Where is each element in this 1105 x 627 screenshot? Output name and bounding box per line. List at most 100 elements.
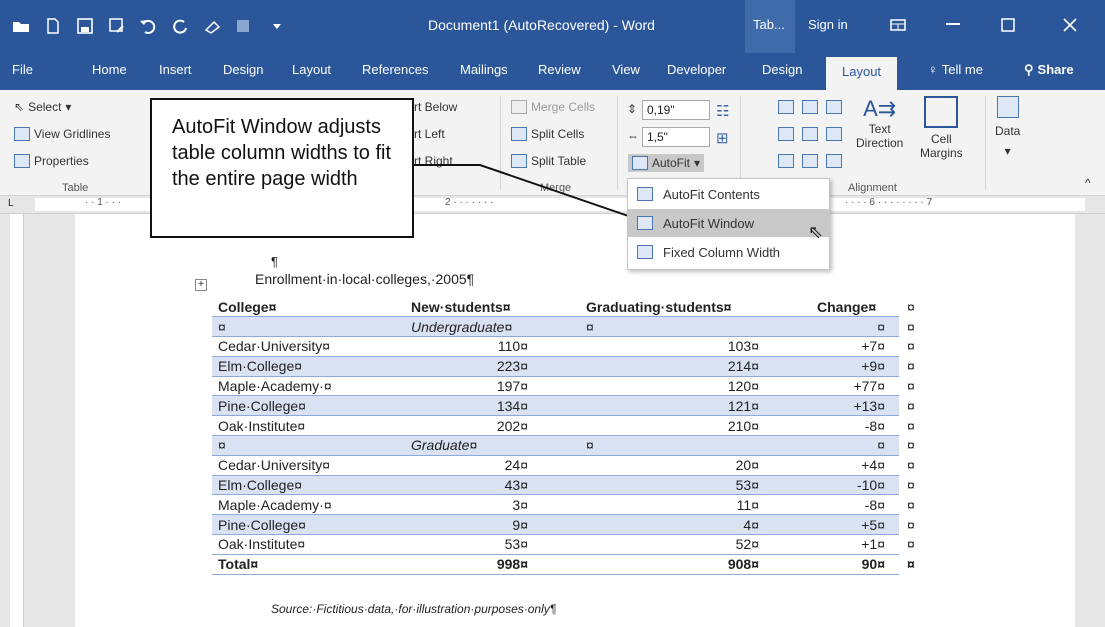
- table-cell[interactable]: Total¤: [212, 553, 405, 575]
- align-top-right-icon[interactable]: [826, 100, 842, 114]
- cell-margins-button[interactable]: Cell Margins: [920, 96, 963, 160]
- table-cell[interactable]: +77¤: [811, 375, 899, 396]
- fixed-column-width-item[interactable]: Fixed Column Width: [628, 238, 829, 266]
- table-cell[interactable]: Pine·College¤: [212, 395, 405, 416]
- table-cell[interactable]: Cedar·University¤: [212, 454, 405, 476]
- tab-home[interactable]: Home: [92, 62, 127, 77]
- folder-icon[interactable]: [8, 14, 34, 38]
- tab-insert[interactable]: Insert: [159, 62, 192, 77]
- column-header[interactable]: College¤: [212, 297, 405, 317]
- table-cell[interactable]: 110¤: [405, 336, 580, 357]
- table-cell[interactable]: 210¤: [580, 415, 811, 436]
- table-cell[interactable]: 3¤: [405, 494, 580, 515]
- table-cell[interactable]: 52¤: [580, 534, 811, 555]
- distribute-columns-icon[interactable]: ⊞: [716, 129, 729, 147]
- table-cell[interactable]: 214¤: [580, 355, 811, 377]
- table-cell[interactable]: +13¤: [811, 395, 899, 416]
- table-cell[interactable]: ¤: [212, 316, 405, 337]
- table-cell[interactable]: 202¤: [405, 415, 580, 436]
- table-cell[interactable]: Graduate¤: [405, 435, 580, 456]
- maximize-icon[interactable]: [990, 12, 1026, 38]
- table-cell[interactable]: Elm·College¤: [212, 355, 405, 377]
- align-center-left-icon[interactable]: [778, 127, 794, 141]
- table-move-handle-icon[interactable]: +: [195, 279, 207, 291]
- text-direction-button[interactable]: A⇉ Text Direction: [856, 96, 903, 150]
- sign-in-link[interactable]: Sign in: [808, 17, 848, 32]
- customize-qat-icon[interactable]: [264, 14, 290, 38]
- table-cell[interactable]: +4¤: [811, 454, 899, 476]
- insert-right-button[interactable]: rt Right: [414, 154, 453, 168]
- properties-button[interactable]: Properties: [14, 154, 89, 168]
- table-cell[interactable]: +1¤: [811, 534, 899, 555]
- autofit-contents-item[interactable]: AutoFit Contents: [628, 180, 829, 208]
- align-bottom-left-icon[interactable]: [778, 154, 794, 168]
- distribute-rows-icon[interactable]: ☷: [716, 102, 729, 120]
- tell-me-box[interactable]: ♀ Tell me: [928, 62, 983, 77]
- table-cell[interactable]: 908¤: [580, 553, 811, 575]
- table-cell[interactable]: Maple·Academy·¤: [212, 375, 405, 396]
- split-table-button[interactable]: Split Table: [511, 154, 586, 168]
- tab-table-design[interactable]: Design: [762, 62, 802, 77]
- table-cell[interactable]: Maple·Academy·¤: [212, 494, 405, 515]
- enrollment-table[interactable]: College¤ New·students¤ Graduating·students…: [212, 297, 915, 575]
- tab-references[interactable]: References: [362, 62, 428, 77]
- align-center-icon[interactable]: [802, 127, 818, 141]
- table-cell[interactable]: Cedar·University¤: [212, 336, 405, 357]
- split-cells-button[interactable]: Split Cells: [511, 127, 584, 141]
- table-cell[interactable]: 4¤: [580, 514, 811, 535]
- table-cell[interactable]: 53¤: [580, 474, 811, 495]
- table-cell[interactable]: 53¤: [405, 534, 580, 555]
- align-top-center-icon[interactable]: [802, 100, 818, 114]
- table-cell[interactable]: Oak·Institute¤: [212, 534, 405, 555]
- table-cell[interactable]: Undergraduate¤: [405, 316, 580, 337]
- table-cell[interactable]: ¤: [212, 435, 405, 456]
- align-center-right-icon[interactable]: [826, 127, 842, 141]
- table-cell[interactable]: +9¤: [811, 355, 899, 377]
- table-cell[interactable]: 134¤: [405, 395, 580, 416]
- table-cell[interactable]: 120¤: [580, 375, 811, 396]
- table-cell[interactable]: ¤: [811, 435, 899, 456]
- insert-below-button[interactable]: rt Below: [414, 100, 457, 114]
- table-cell[interactable]: 121¤: [580, 395, 811, 416]
- tab-file[interactable]: File: [12, 62, 33, 77]
- table-cell[interactable]: Elm·College¤: [212, 474, 405, 495]
- table-cell[interactable]: 24¤: [405, 454, 580, 476]
- table-cell[interactable]: ¤: [580, 435, 811, 456]
- table-cell[interactable]: 90¤: [811, 553, 899, 575]
- save-as-icon[interactable]: [104, 14, 130, 38]
- table-cell[interactable]: 998¤: [405, 553, 580, 575]
- tab-layout[interactable]: Layout: [292, 62, 331, 77]
- column-header[interactable]: New·students¤: [405, 297, 580, 317]
- table-cell[interactable]: ¤: [811, 316, 899, 337]
- tab-review[interactable]: Review: [538, 62, 581, 77]
- table-cell[interactable]: 20¤: [580, 454, 811, 476]
- view-gridlines-button[interactable]: View Gridlines: [14, 127, 110, 141]
- tab-mailings[interactable]: Mailings: [460, 62, 508, 77]
- align-top-left-icon[interactable]: [778, 100, 794, 114]
- merge-cells-button[interactable]: Merge Cells: [511, 100, 595, 114]
- align-bottom-center-icon[interactable]: [802, 154, 818, 168]
- table-cell[interactable]: ¤: [580, 316, 811, 337]
- ribbon-display-options-icon[interactable]: [880, 12, 916, 38]
- close-icon[interactable]: [1052, 12, 1088, 38]
- autofit-window-item[interactable]: AutoFit Window: [628, 209, 829, 237]
- tab-table-layout[interactable]: Layout: [826, 57, 898, 90]
- tab-view[interactable]: View: [612, 62, 640, 77]
- table-cell[interactable]: 43¤: [405, 474, 580, 495]
- table-icon[interactable]: [232, 14, 258, 38]
- column-header[interactable]: Change¤: [811, 297, 899, 317]
- table-cell[interactable]: 11¤: [580, 494, 811, 515]
- row-height-input[interactable]: 0,19": [642, 100, 710, 120]
- collapse-ribbon-icon[interactable]: ^: [1085, 176, 1091, 190]
- touch-mode-icon[interactable]: [200, 14, 226, 38]
- table-cell[interactable]: 223¤: [405, 355, 580, 377]
- table-cell[interactable]: 103¤: [580, 336, 811, 357]
- autofit-button[interactable]: AutoFit ▾: [628, 154, 705, 172]
- table-cell[interactable]: +5¤: [811, 514, 899, 535]
- tab-design[interactable]: Design: [223, 62, 263, 77]
- column-width-input[interactable]: 1,5": [642, 127, 710, 147]
- data-button[interactable]: Data ▾: [995, 96, 1020, 158]
- table-cell[interactable]: -8¤: [811, 494, 899, 515]
- tab-selector-icon[interactable]: L: [8, 198, 14, 209]
- new-document-icon[interactable]: [40, 14, 66, 38]
